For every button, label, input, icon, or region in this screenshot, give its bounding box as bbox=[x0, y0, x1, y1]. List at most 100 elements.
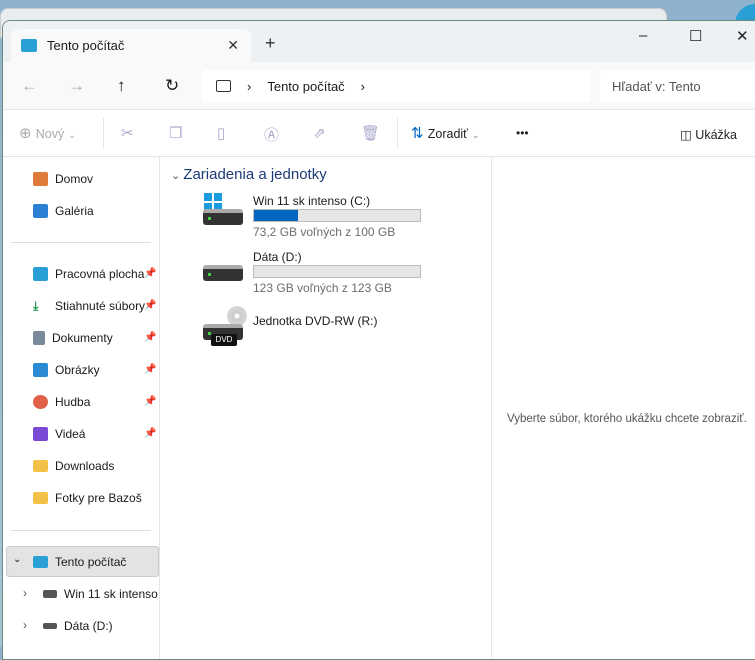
tree-item-drive-c[interactable]: Win 11 sk intenso bbox=[43, 582, 170, 606]
monitor-icon bbox=[21, 39, 37, 52]
pin-icon[interactable]: 📌 bbox=[144, 268, 156, 279]
pictures-icon bbox=[33, 363, 48, 377]
paste-icon[interactable]: ▯ bbox=[217, 124, 225, 142]
sidebar-item-label: Galéria bbox=[55, 204, 94, 218]
sidebar-item-label: Videá bbox=[55, 427, 86, 441]
folder-icon bbox=[33, 492, 48, 504]
divider bbox=[11, 530, 151, 531]
close-tab-button[interactable]: ✕ bbox=[227, 37, 239, 54]
sidebar-item-label: Stiahnuté súbory bbox=[55, 299, 146, 313]
new-button[interactable]: ⊕ Nový ⌄ bbox=[19, 124, 76, 142]
refresh-icon[interactable]: ↻ bbox=[165, 76, 179, 96]
drive-name: Jednotka DVD-RW (R:) bbox=[253, 314, 378, 328]
sidebar-item-label: Domov bbox=[55, 172, 94, 186]
more-options-button[interactable]: ••• bbox=[516, 126, 529, 140]
drive-name: Dáta (D:) bbox=[253, 250, 302, 264]
divider bbox=[103, 118, 104, 148]
chevron-right-icon[interactable]: › bbox=[23, 618, 27, 632]
group-title: Zariadenia a jednotky bbox=[183, 166, 327, 183]
copy-icon[interactable]: ❐ bbox=[169, 124, 182, 142]
videos-icon bbox=[33, 427, 48, 441]
up-arrow-icon[interactable]: ↑ bbox=[117, 76, 126, 96]
tree-item-label: Win 11 sk intenso bbox=[64, 587, 158, 601]
computer-icon bbox=[33, 556, 48, 568]
chevron-right-icon[interactable]: › bbox=[247, 79, 251, 94]
pin-icon[interactable]: 📌 bbox=[144, 396, 156, 407]
folder-icon bbox=[33, 460, 48, 472]
drive-usage-bar bbox=[253, 265, 421, 278]
sidebar-item-downloads-folder[interactable]: Downloads bbox=[33, 454, 160, 478]
delete-icon[interactable]: 🗑 bbox=[361, 124, 380, 142]
new-label: Nový bbox=[35, 127, 65, 141]
sidebar-item-videos[interactable]: Videá bbox=[33, 422, 160, 446]
forward-arrow-icon[interactable]: → bbox=[68, 76, 85, 96]
download-icon: ⤓ bbox=[33, 299, 39, 313]
pin-icon[interactable]: 📌 bbox=[144, 300, 156, 311]
home-icon bbox=[33, 172, 48, 186]
pin-icon[interactable]: 📌 bbox=[144, 364, 156, 375]
divider bbox=[11, 242, 151, 243]
sidebar-item-music[interactable]: Hudba bbox=[33, 390, 160, 414]
cut-icon[interactable]: ✂ bbox=[121, 124, 134, 142]
sidebar-item-documents[interactable]: Dokumenty bbox=[33, 326, 160, 350]
address-bar-row: ← → ↑ ↻ › Tento počítač › Hľadať v: Tent… bbox=[3, 62, 755, 110]
chevron-right-icon[interactable]: › bbox=[23, 586, 27, 600]
sidebar-item-home[interactable]: Domov bbox=[33, 167, 160, 191]
sidebar-item-desktop[interactable]: Pracovná plocha bbox=[33, 262, 160, 286]
tab-title: Tento počítač bbox=[47, 38, 125, 53]
preview-pane-button[interactable]: ◫ Ukážka bbox=[680, 127, 737, 142]
tab-bar: Tento počítač ✕ + – ☐ ✕ bbox=[3, 21, 755, 62]
drive-free-space: 123 GB voľných z 123 GB bbox=[253, 281, 392, 295]
minimize-button[interactable]: – bbox=[639, 27, 647, 44]
sidebar-item-fotky[interactable]: Fotky pre Bazoš bbox=[33, 486, 160, 510]
preview-message: Vyberte súbor, ktorého ukážku chcete zob… bbox=[507, 413, 747, 425]
dvd-drive-icon: DVD bbox=[203, 306, 247, 364]
group-header[interactable]: ⌄ Zariadenia a jednotky bbox=[171, 166, 327, 183]
back-arrow-icon[interactable]: ← bbox=[21, 76, 38, 96]
music-icon bbox=[33, 395, 48, 409]
sidebar-item-pictures[interactable]: Obrázky bbox=[33, 358, 160, 382]
dvd-badge: DVD bbox=[211, 334, 237, 346]
desktop-icon bbox=[33, 267, 48, 281]
new-tab-button[interactable]: + bbox=[265, 33, 276, 54]
breadcrumb[interactable]: › Tento počítač › bbox=[202, 70, 591, 102]
drive-icon bbox=[43, 590, 57, 598]
gallery-icon bbox=[33, 204, 48, 218]
drive-free-space: 73,2 GB voľných z 100 GB bbox=[253, 225, 396, 239]
content-pane: ⌄ Zariadenia a jednotky Win 11 sk intens… bbox=[161, 157, 491, 659]
drive-usage-bar bbox=[253, 209, 421, 222]
close-window-button[interactable]: ✕ bbox=[736, 27, 749, 45]
command-bar: ⊕ Nový ⌄ ✂ ❐ ▯ Ⓐ ⇗ 🗑 ⇅ Zoradiť ⌄ ••• ◫ U… bbox=[3, 110, 755, 157]
sort-label: Zoradiť bbox=[427, 127, 468, 141]
drive-icon bbox=[43, 623, 57, 629]
documents-icon bbox=[33, 331, 45, 345]
sidebar-item-label: Downloads bbox=[55, 459, 115, 473]
rename-icon[interactable]: Ⓐ bbox=[264, 124, 279, 145]
sidebar-item-label: Fotky pre Bazoš bbox=[55, 491, 142, 505]
drive-usage-fill bbox=[254, 210, 299, 221]
tree-item-this-pc[interactable]: Tento počítač bbox=[33, 550, 160, 574]
divider bbox=[397, 118, 398, 148]
pin-icon[interactable]: 📌 bbox=[144, 332, 156, 343]
sort-button[interactable]: ⇅ Zoradiť ⌄ bbox=[411, 124, 480, 142]
chevron-right-icon[interactable]: › bbox=[361, 79, 365, 94]
tree-item-label: Tento počítač bbox=[55, 555, 127, 569]
breadcrumb-this-pc[interactable]: Tento počítač bbox=[267, 79, 344, 94]
maximize-button[interactable]: ☐ bbox=[689, 27, 702, 45]
sidebar-item-gallery[interactable]: Galéria bbox=[33, 199, 160, 223]
chevron-down-icon[interactable]: ⌄ bbox=[13, 554, 21, 565]
pin-icon[interactable]: 📌 bbox=[144, 428, 156, 439]
sidebar-item-label: Pracovná plocha bbox=[55, 267, 145, 281]
sidebar-item-label: Obrázky bbox=[55, 363, 100, 377]
sidebar-item-downloads-pinned[interactable]: ⤓ Stiahnuté súbory bbox=[33, 294, 160, 318]
navigation-pane: Domov Galéria Pracovná plocha ⤓ Stiahnuté… bbox=[3, 157, 160, 659]
tree-item-drive-d[interactable]: Dáta (D:) bbox=[43, 614, 170, 638]
tree-item-label: Dáta (D:) bbox=[64, 619, 113, 633]
preview-pane: Vyberte súbor, ktorého ukážku chcete zob… bbox=[491, 157, 755, 659]
computer-icon bbox=[216, 80, 231, 92]
share-icon[interactable]: ⇗ bbox=[313, 124, 326, 142]
search-input[interactable]: Hľadať v: Tento bbox=[600, 70, 755, 102]
tab-this-pc[interactable]: Tento počítač ✕ bbox=[11, 29, 251, 62]
drive-name: Win 11 sk intenso (C:) bbox=[253, 194, 371, 208]
search-placeholder: Hľadať v: Tento bbox=[612, 78, 701, 94]
